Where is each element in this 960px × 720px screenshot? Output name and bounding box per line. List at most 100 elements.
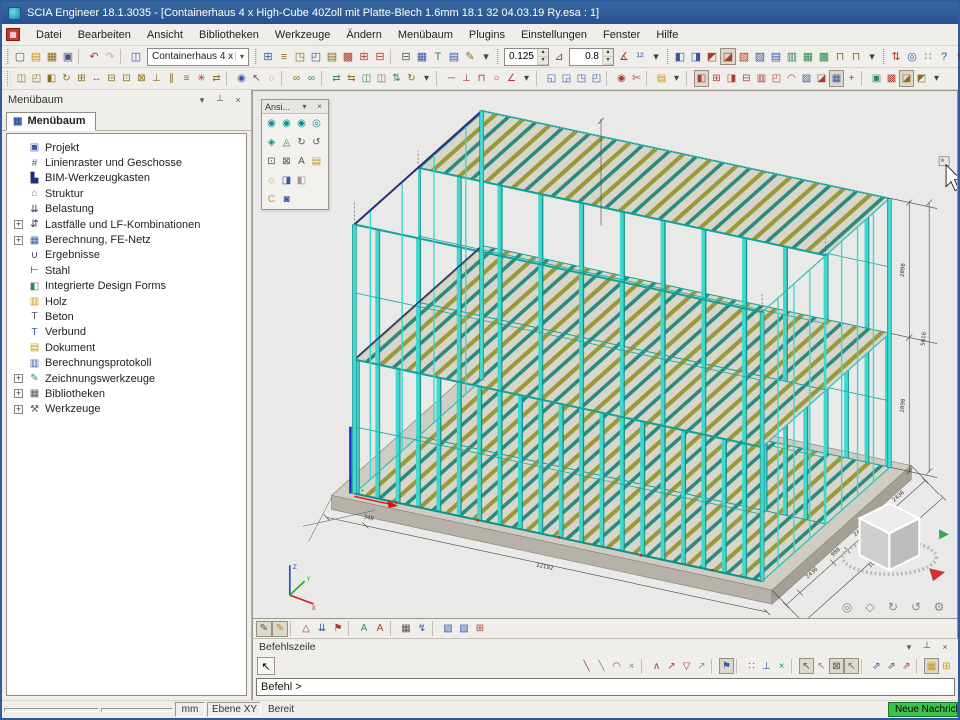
view-axo-icon[interactable]: ◎ bbox=[309, 115, 324, 132]
snap-line-icon[interactable]: ╲ bbox=[579, 658, 594, 674]
open-project-icon[interactable]: ▤ bbox=[28, 48, 44, 65]
toolbar-grip[interactable] bbox=[497, 49, 499, 64]
fast-render-shaded-icon[interactable]: ✎ bbox=[272, 621, 288, 637]
chevron-down-icon[interactable]: ▾ bbox=[195, 95, 209, 106]
select-intersect-icon[interactable]: ↖ bbox=[844, 658, 859, 674]
hide-text-icon[interactable]: A bbox=[372, 621, 388, 637]
system-lines-icon[interactable]: ◪ bbox=[899, 70, 914, 87]
cursor-snap-settings-icon[interactable]: ⚑ bbox=[719, 658, 734, 674]
connection-baseplate-icon[interactable]: ◰ bbox=[769, 70, 784, 87]
copy-add-icon[interactable]: ⇆ bbox=[344, 70, 359, 87]
rotate-member-icon[interactable]: ↻ bbox=[59, 70, 74, 87]
connection-welded-icon[interactable]: ▥ bbox=[754, 70, 769, 87]
zoom-extents-icon[interactable]: ⊠ bbox=[279, 153, 294, 170]
trim-member-icon[interactable]: ⊟ bbox=[104, 70, 119, 87]
load-scale-value[interactable]: 0.8 bbox=[570, 49, 602, 65]
dot-grid-icon[interactable]: ∷ bbox=[744, 658, 759, 674]
tree-item[interactable]: TBeton bbox=[9, 309, 246, 324]
text-annotation-icon[interactable]: T bbox=[430, 48, 446, 65]
chevron-down-icon[interactable]: ▾ bbox=[235, 52, 248, 61]
view-params-labels-icon[interactable]: ◨ bbox=[688, 48, 704, 65]
grid-points-icon[interactable]: ∷ bbox=[920, 48, 936, 65]
block-copy-icon[interactable]: ◱ bbox=[544, 70, 559, 87]
zoom-window-icon[interactable]: ⊡ bbox=[264, 153, 279, 170]
new-message-button[interactable]: Neue Nachricht bbox=[888, 702, 958, 717]
clip-folder-icon[interactable]: ▤ bbox=[309, 153, 324, 170]
walk-mode-icon[interactable]: ◬ bbox=[279, 134, 294, 151]
view-parameters-icon[interactable]: ▨ bbox=[456, 621, 472, 637]
spin-down-icon[interactable]: ▾ bbox=[538, 57, 548, 65]
snap-endpoint-icon[interactable]: ∧ bbox=[649, 658, 664, 674]
workspace-panel-icon[interactable]: ◫ bbox=[128, 48, 144, 65]
pin-icon[interactable]: ┴ bbox=[920, 642, 934, 652]
tree-expander-icon[interactable]: + bbox=[14, 374, 23, 383]
hide-selection-icon[interactable]: ◉ bbox=[614, 70, 629, 87]
save-all-icon[interactable]: ▦ bbox=[44, 48, 60, 65]
move-member-icon[interactable]: ◰ bbox=[29, 70, 44, 87]
connection-semirigid-icon[interactable]: ◨ bbox=[724, 70, 739, 87]
tree-expander-icon[interactable]: + bbox=[14, 389, 23, 398]
display-dropdown-icon[interactable]: ▾ bbox=[929, 70, 944, 87]
palette-header[interactable]: Ansi... ▾ × bbox=[262, 100, 328, 114]
nodes-visibility-icon[interactable]: ∞ bbox=[289, 70, 304, 87]
undo-icon[interactable]: ↶ bbox=[86, 48, 102, 65]
view-params-surfaces-icon[interactable]: ▤ bbox=[768, 48, 784, 65]
menu-item-10[interactable]: Fenster bbox=[595, 26, 648, 44]
activity-icon[interactable]: ◳ bbox=[292, 48, 308, 65]
modify-dropdown-icon[interactable]: ▾ bbox=[419, 70, 434, 87]
view-params-supports-icon[interactable]: ▧ bbox=[736, 48, 752, 65]
connect-members-icon[interactable]: ⇄ bbox=[209, 70, 224, 87]
draw-line-icon[interactable]: ─ bbox=[444, 70, 459, 87]
tree-item[interactable]: ▤Dokument bbox=[9, 340, 246, 355]
tree-item[interactable]: +▦Berechnung, FE-Netz bbox=[9, 232, 246, 247]
connection-rigid-icon[interactable]: ◧ bbox=[694, 70, 709, 87]
menu-item-2[interactable]: Bearbeiten bbox=[70, 26, 139, 44]
draw-dropdown-icon[interactable]: ▾ bbox=[519, 70, 534, 87]
pan-view-icon[interactable]: ↺ bbox=[908, 599, 924, 615]
render-box-icon[interactable]: ◙ bbox=[279, 191, 294, 208]
save-icon[interactable]: ▣ bbox=[60, 48, 76, 65]
table-results-icon[interactable]: ⊟ bbox=[372, 48, 388, 65]
draw-polyline-icon[interactable]: ⊓ bbox=[474, 70, 489, 87]
spin-up-icon[interactable]: ▴ bbox=[538, 49, 548, 57]
document-edit-icon[interactable]: ✎ bbox=[462, 48, 478, 65]
pin-icon[interactable]: ┴ bbox=[213, 95, 227, 105]
load-scale-icon[interactable]: ∡ bbox=[616, 48, 632, 65]
select-lasso-icon[interactable]: ◌ bbox=[264, 70, 279, 87]
connection-bolted-icon[interactable]: ⊟ bbox=[739, 70, 754, 87]
load-generator-icon[interactable]: ▩ bbox=[884, 70, 899, 87]
document-window-icon[interactable]: ▦ bbox=[6, 28, 20, 41]
view-restore-icon[interactable]: ◧ bbox=[294, 172, 309, 189]
view-params-dropdown-icon[interactable]: ▾ bbox=[864, 48, 880, 65]
show-lab​els-icon[interactable]: ⚑ bbox=[330, 621, 346, 637]
menu-item-3[interactable]: Ansicht bbox=[139, 26, 191, 44]
tools-dropdown-icon[interactable]: ▾ bbox=[952, 48, 960, 65]
view-side-icon[interactable]: ◉ bbox=[294, 115, 309, 132]
show-supports-icon[interactable]: △ bbox=[298, 621, 314, 637]
toolbar-grip[interactable] bbox=[255, 49, 257, 64]
view-params-loads-icon[interactable]: ◩ bbox=[704, 48, 720, 65]
tree-item[interactable]: TVerbund bbox=[9, 325, 246, 340]
tree-item[interactable]: ▥Holz bbox=[9, 294, 246, 309]
paste-props-icon[interactable]: ◫ bbox=[359, 70, 374, 87]
template-dropdown-icon[interactable]: ▾ bbox=[669, 70, 684, 87]
project-data-icon[interactable]: ⊞ bbox=[260, 48, 276, 65]
toolbar-grip[interactable] bbox=[7, 71, 11, 86]
show-loads-icon[interactable]: ⇊ bbox=[314, 621, 330, 637]
snap-tangent-icon[interactable]: ↗ bbox=[694, 658, 709, 674]
tree-item[interactable]: ⊢Stahl bbox=[9, 263, 246, 278]
view-top-icon[interactable]: ◉ bbox=[264, 115, 279, 132]
menu-item-11[interactable]: Hilfe bbox=[648, 26, 686, 44]
block-paste-icon[interactable]: ◲ bbox=[559, 70, 574, 87]
block-export-icon[interactable]: ◰ bbox=[589, 70, 604, 87]
toolbar-grip[interactable] bbox=[883, 49, 885, 64]
scale-factor-value[interactable]: 0.125 bbox=[505, 49, 537, 65]
workplane-icon[interactable]: ▦ bbox=[924, 658, 939, 674]
ortho-icon[interactable]: ⇗ bbox=[869, 658, 884, 674]
clipboard-icon[interactable]: ▤ bbox=[324, 48, 340, 65]
fast-render-wireframe-icon[interactable]: ✎ bbox=[256, 621, 272, 637]
zoom-region-icon[interactable]: ◎ bbox=[839, 599, 855, 615]
scale-dropdown-icon[interactable]: ▾ bbox=[648, 48, 664, 65]
scale-factor-spinner[interactable]: 0.125 ▴▾ bbox=[504, 48, 549, 66]
view-params-structure-icon[interactable]: ◧ bbox=[672, 48, 688, 65]
